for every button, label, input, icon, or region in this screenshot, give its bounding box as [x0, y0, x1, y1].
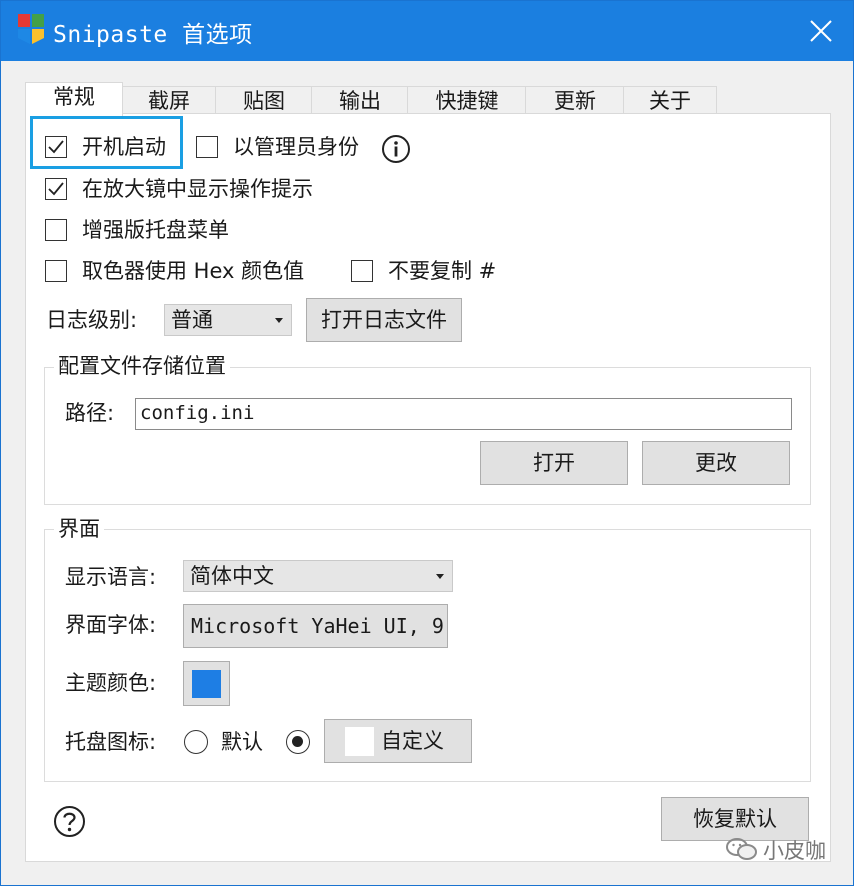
preferences-window: Snipaste 首选项 常规 截屏 贴图 输出 快捷键 更新 关于 开机启动 … [0, 0, 854, 886]
theme-color-button[interactable] [183, 661, 230, 706]
log-level-select[interactable]: 普通 [164, 304, 292, 336]
tray-custom-icon-button[interactable]: 自定义 [324, 719, 472, 763]
close-icon[interactable] [799, 11, 843, 51]
run-as-admin-label: 以管理员身份 [233, 135, 359, 159]
window-title: Snipaste 首选项 [53, 22, 253, 48]
path-label: 路径: [65, 401, 115, 425]
autostart-checkbox[interactable] [45, 136, 67, 158]
hex-color-checkbox[interactable] [45, 260, 67, 282]
language-label: 显示语言: [65, 565, 157, 589]
no-hash-checkbox[interactable] [351, 260, 373, 282]
info-icon[interactable] [381, 134, 411, 164]
wechat-icon [726, 838, 757, 860]
tab-about[interactable]: 关于 [623, 86, 717, 115]
tab-pin[interactable]: 贴图 [215, 86, 313, 115]
language-select[interactable]: 简体中文 [183, 560, 453, 592]
tab-update[interactable]: 更新 [525, 86, 625, 115]
interface-group-title: 界面 [54, 516, 104, 542]
tray-custom-radio[interactable] [286, 730, 310, 754]
theme-color-swatch [192, 670, 221, 698]
checkmark-icon [48, 182, 64, 196]
chevron-down-icon [275, 318, 283, 323]
tab-capture[interactable]: 截屏 [121, 86, 217, 115]
title-bar[interactable]: Snipaste 首选项 [1, 1, 853, 61]
radio-selected-dot [292, 736, 303, 747]
tray-custom-label: 自定义 [381, 729, 444, 753]
autostart-label: 开机启动 [82, 135, 166, 159]
config-group-title: 配置文件存储位置 [54, 353, 230, 379]
watermark-text: 小皮咖 [763, 839, 826, 863]
run-as-admin-checkbox[interactable] [196, 136, 218, 158]
window-content: 常规 截屏 贴图 输出 快捷键 更新 关于 开机启动 以管理员身份 在放大镜中显… [1, 61, 853, 885]
enhanced-tray-menu-label: 增强版托盘菜单 [82, 218, 229, 242]
open-config-button[interactable]: 打开 [480, 441, 628, 485]
tab-general[interactable]: 常规 [25, 82, 123, 116]
language-value: 简体中文 [190, 564, 274, 588]
open-log-file-button[interactable]: 打开日志文件 [306, 298, 462, 342]
log-level-value: 普通 [171, 308, 213, 332]
tray-default-label: 默认 [221, 730, 263, 754]
hex-color-label: 取色器使用 Hex 颜色值 [82, 259, 305, 283]
magnifier-hints-checkbox[interactable] [45, 178, 67, 200]
help-icon[interactable] [53, 805, 86, 838]
config-path-field[interactable]: config.ini [135, 398, 792, 430]
tab-output[interactable]: 输出 [311, 86, 409, 115]
font-label: 界面字体: [65, 613, 157, 637]
tray-icon-label: 托盘图标: [65, 730, 157, 754]
snipaste-logo-icon [18, 14, 44, 44]
tray-default-radio[interactable] [184, 730, 208, 754]
change-config-button[interactable]: 更改 [642, 441, 790, 485]
enhanced-tray-menu-checkbox[interactable] [45, 219, 67, 241]
log-level-label: 日志级别: [46, 308, 138, 332]
chevron-down-icon [436, 574, 444, 579]
magnifier-hints-label: 在放大镜中显示操作提示 [82, 177, 313, 201]
general-panel: 开机启动 以管理员身份 在放大镜中显示操作提示 增强版托盘菜单 取色器使用 He… [25, 113, 831, 862]
custom-icon-preview [345, 727, 374, 756]
font-picker-button[interactable]: Microsoft YaHei UI, 9 [183, 604, 448, 648]
checkmark-icon [48, 140, 64, 154]
no-hash-label: 不要复制 # [388, 259, 497, 283]
theme-color-label: 主题颜色: [65, 671, 157, 695]
tab-hotkeys[interactable]: 快捷键 [407, 86, 527, 115]
